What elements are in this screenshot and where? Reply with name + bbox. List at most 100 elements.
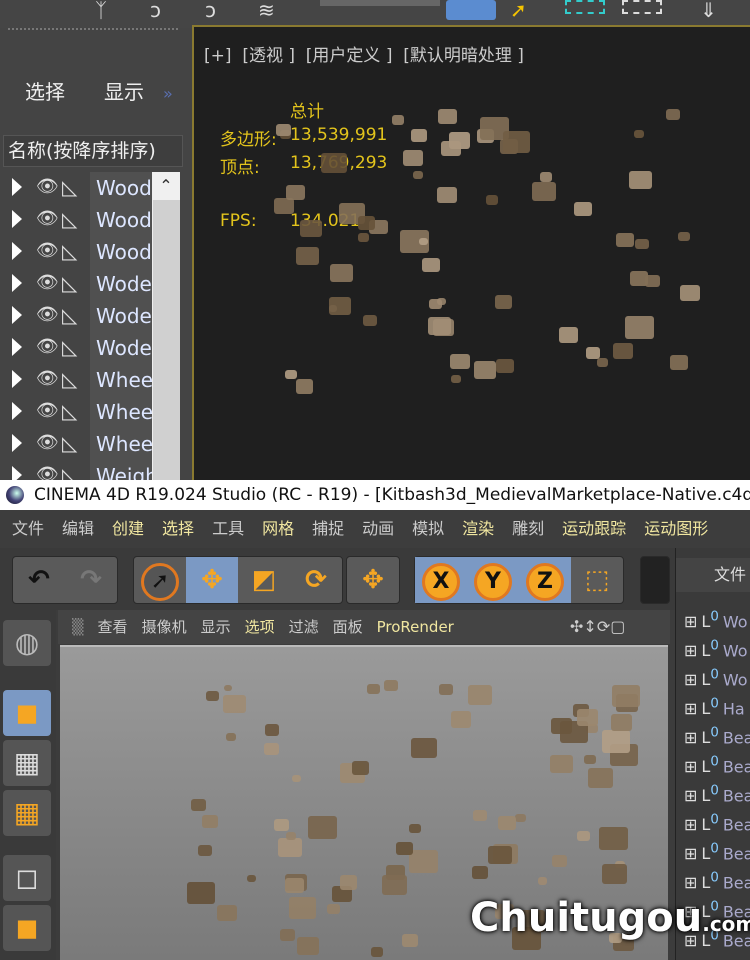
viewport-menu-item[interactable]: 过滤 — [289, 618, 319, 636]
list-item[interactable]: 👁 ◺ Wood — [0, 236, 152, 268]
om-menu-file[interactable]: 文件 — [676, 558, 750, 592]
menu-item[interactable]: 运动图形 — [644, 519, 708, 538]
menu-item[interactable]: 创建 — [112, 519, 144, 538]
expand-plus-icon[interactable]: ⊞ — [684, 612, 697, 631]
viewport-labels[interactable]: [+] [透视 ] [用户定义 ] [默认明暗处理 ] — [204, 41, 524, 66]
tab-select[interactable]: 选择 — [25, 76, 65, 105]
menu-item[interactable]: 选择 — [162, 519, 194, 538]
freeze-icon[interactable]: ◺ — [62, 175, 77, 199]
list-item[interactable]: 👁 ◺ Whee — [0, 364, 152, 396]
workplane-icon[interactable]: ◍ — [3, 620, 51, 666]
list-item[interactable]: 👁 ◺ Wode — [0, 332, 152, 364]
menu-item[interactable]: 捕捉 — [312, 519, 344, 538]
viewport-menu-item[interactable]: 查看 — [98, 618, 128, 636]
workplane-grid-icon[interactable]: ▦ — [3, 790, 51, 836]
edges-mode-icon[interactable]: ◼ — [3, 905, 51, 951]
link-icon[interactable]: ᛉ — [95, 0, 107, 22]
visibility-eye-icon[interactable]: 👁 — [36, 432, 59, 453]
om-row[interactable]: ⊞ L0 Bea — [684, 777, 750, 806]
model-mode-icon[interactable]: ◼ — [3, 690, 51, 736]
freeze-icon[interactable]: ◺ — [62, 303, 77, 327]
expand-arrow-icon[interactable] — [12, 210, 22, 228]
menu-item[interactable]: 运动跟踪 — [562, 519, 626, 538]
render-icon[interactable] — [640, 556, 670, 604]
object-name[interactable]: Whee — [90, 364, 152, 396]
menu-item[interactable]: 网格 — [262, 519, 294, 538]
visibility-eye-icon[interactable]: 👁 — [36, 208, 59, 229]
object-name[interactable]: Wode — [90, 268, 152, 300]
freeze-icon[interactable]: ◺ — [62, 239, 77, 263]
axis-x-button[interactable]: X — [415, 557, 467, 603]
unlink-icon[interactable]: ↄ — [150, 0, 161, 22]
spacewarp-icon[interactable]: ≋ — [258, 0, 275, 22]
expand-arrow-icon[interactable] — [12, 338, 22, 356]
rect-select-icon[interactable] — [565, 0, 605, 14]
column-header-name[interactable]: 名称(按降序排序) — [3, 135, 183, 167]
expand-arrow-icon[interactable] — [12, 402, 22, 420]
om-row[interactable]: ⊞ L0 Wo — [684, 632, 750, 661]
object-name[interactable]: Wood — [90, 236, 152, 268]
visibility-eye-icon[interactable]: 👁 — [36, 336, 59, 357]
selection-filter-dropdown[interactable] — [320, 0, 440, 6]
expand-plus-icon[interactable]: ⊞ — [684, 786, 697, 805]
expand-plus-icon[interactable]: ⊞ — [684, 641, 697, 660]
viewport-menu-item[interactable]: 面板 — [333, 618, 363, 636]
om-row[interactable]: ⊞ L0 Bea — [684, 835, 750, 864]
axis-z-button[interactable]: Z — [519, 557, 571, 603]
rotate-tool-icon[interactable]: ⟳ — [290, 557, 342, 603]
visibility-eye-icon[interactable]: 👁 — [36, 400, 59, 421]
freeze-icon[interactable]: ◺ — [62, 271, 77, 295]
list-item[interactable]: 👁 ◺ Whee — [0, 396, 152, 428]
texture-mode-icon[interactable]: ▦ — [3, 740, 51, 786]
expand-plus-icon[interactable]: ⊞ — [684, 815, 697, 834]
menu-item[interactable]: 动画 — [362, 519, 394, 538]
list-item[interactable]: 👁 ◺ Wode — [0, 300, 152, 332]
expand-arrow-icon[interactable] — [12, 242, 22, 260]
menu-item[interactable]: 文件 — [12, 519, 44, 538]
window-crossing-icon[interactable] — [622, 0, 662, 14]
om-row[interactable]: ⊞ L0 Wo — [684, 661, 750, 690]
expand-icon[interactable]: » — [163, 84, 173, 103]
list-item[interactable]: 👁 ◺ Wood — [0, 172, 152, 204]
viewport-menu-item[interactable]: 选项 — [245, 618, 275, 636]
scale-tool-icon[interactable]: ◩ — [238, 557, 290, 603]
menu-item[interactable]: 编辑 — [62, 519, 94, 538]
object-name[interactable]: Wood — [90, 204, 152, 236]
expand-arrow-icon[interactable] — [12, 274, 22, 292]
select-tool-icon[interactable]: ➚ — [141, 563, 179, 601]
object-name[interactable]: Wood — [90, 172, 152, 204]
menu-item[interactable]: 工具 — [212, 519, 244, 538]
om-row[interactable]: ⊞ L0 Ha — [684, 690, 750, 719]
visibility-eye-icon[interactable]: 👁 — [36, 304, 59, 325]
transform-icon[interactable]: ✥ — [347, 557, 399, 603]
scrollbar[interactable] — [152, 172, 180, 480]
axis-y-button[interactable]: Y — [467, 557, 519, 603]
freeze-icon[interactable]: ◺ — [62, 335, 77, 359]
menu-item[interactable]: 雕刻 — [512, 519, 544, 538]
perspective-viewport[interactable]: [+] [透视 ] [用户定义 ] [默认明暗处理 ] 总计 多边形: 13,5… — [192, 25, 750, 480]
object-name[interactable]: Wode — [90, 332, 152, 364]
select-object-button[interactable] — [446, 0, 496, 20]
menu-item[interactable]: 渲染 — [462, 519, 494, 538]
object-name[interactable]: Whee — [90, 428, 152, 460]
viewport-menu-item[interactable]: ProRender — [377, 618, 454, 636]
expand-plus-icon[interactable]: ⊞ — [684, 728, 697, 747]
object-name[interactable]: Wode — [90, 300, 152, 332]
viewport-menu-item[interactable]: 摄像机 — [142, 618, 187, 636]
freeze-icon[interactable]: ◺ — [62, 367, 77, 391]
expand-arrow-icon[interactable] — [12, 370, 22, 388]
freeze-icon[interactable]: ◺ — [62, 207, 77, 231]
redo-icon[interactable]: ↷ — [65, 557, 117, 603]
expand-plus-icon[interactable]: ⊞ — [684, 757, 697, 776]
list-item[interactable]: 👁 ◺ Whee — [0, 428, 152, 460]
freeze-icon[interactable]: ◺ — [62, 431, 77, 455]
expand-arrow-icon[interactable] — [12, 434, 22, 452]
list-item[interactable]: 👁 ◺ Wood — [0, 204, 152, 236]
expand-plus-icon[interactable]: ⊞ — [684, 844, 697, 863]
viewport-nav-icons[interactable]: ✣↕⟳▢ — [570, 617, 625, 636]
expand-arrow-icon[interactable] — [12, 178, 22, 196]
select-by-name-icon[interactable]: ➚ — [510, 0, 527, 22]
bind-icon[interactable]: ↄ — [205, 0, 216, 22]
expand-plus-icon[interactable]: ⊞ — [684, 670, 697, 689]
expand-arrow-icon[interactable] — [12, 306, 22, 324]
